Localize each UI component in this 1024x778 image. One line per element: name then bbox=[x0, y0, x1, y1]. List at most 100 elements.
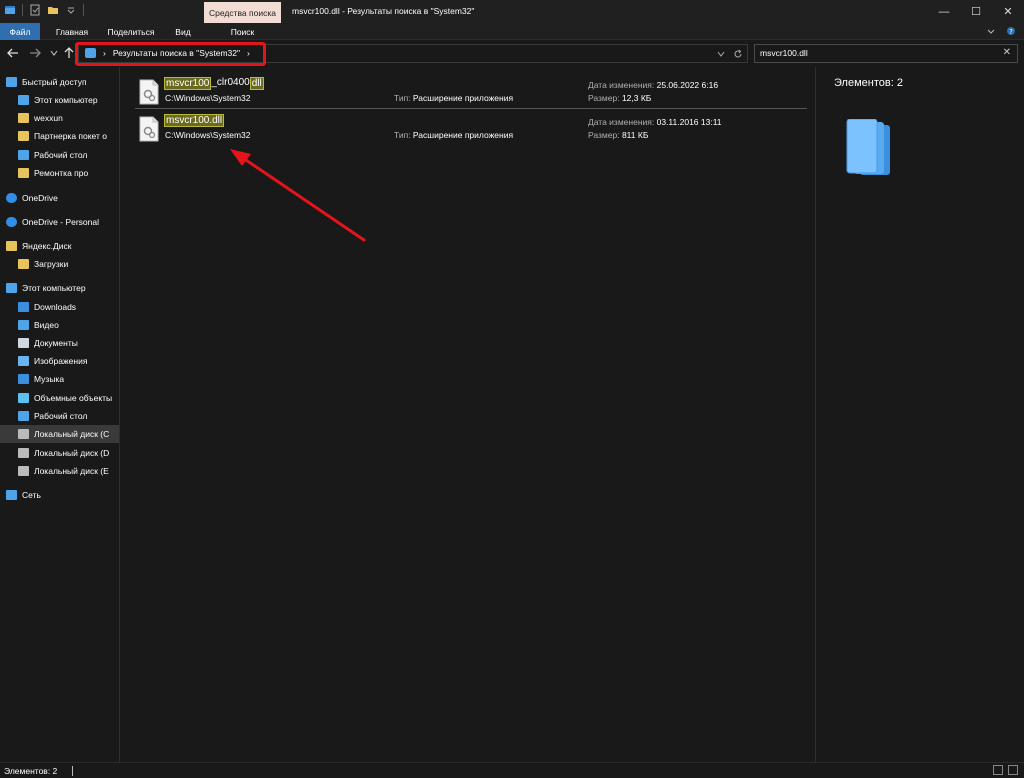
details-item-count: Элементов: 2 bbox=[834, 77, 903, 89]
address-bar-controls bbox=[717, 47, 743, 59]
sidebar-item[interactable]: Рабочий стол bbox=[0, 407, 119, 425]
sidebar-item[interactable]: Локальный диск (C bbox=[0, 425, 119, 443]
desktop-icon bbox=[18, 411, 29, 421]
search-tools-tab[interactable]: Средства поиска bbox=[204, 2, 281, 23]
sidebar-item[interactable]: Этот компьютер bbox=[0, 91, 119, 109]
tab-search[interactable]: Поиск bbox=[204, 23, 281, 40]
clear-search-icon[interactable]: ✕ bbox=[1003, 47, 1011, 58]
forward-button[interactable] bbox=[28, 45, 42, 61]
properties-icon[interactable] bbox=[29, 4, 41, 16]
search-results-icon bbox=[85, 48, 96, 58]
drive-icon bbox=[18, 466, 29, 476]
details-view-button[interactable] bbox=[993, 765, 1003, 775]
explorer-window-icon[interactable] bbox=[4, 4, 16, 16]
desktop-icon bbox=[18, 150, 29, 160]
cloud-icon bbox=[6, 217, 17, 227]
result-date: Дата изменения: 03.11.2016 13:11 bbox=[588, 117, 722, 127]
sidebar-item-label: Рабочий стол bbox=[34, 411, 88, 421]
up-button[interactable] bbox=[62, 45, 76, 61]
sidebar-item[interactable]: Музыка bbox=[0, 370, 119, 388]
chevron-down-icon[interactable] bbox=[717, 50, 725, 58]
sidebar-item[interactable]: Этот компьютер bbox=[0, 279, 119, 297]
sidebar-item[interactable]: wexxun bbox=[0, 109, 119, 127]
sidebar-item-label: Локальный диск (C bbox=[34, 429, 110, 439]
maximize-button[interactable]: ☐ bbox=[960, 0, 992, 23]
sidebar-item[interactable]: Загрузки bbox=[0, 255, 119, 273]
sidebar-item[interactable]: Объемные объекты bbox=[0, 389, 119, 407]
star-icon bbox=[6, 77, 17, 87]
date-label: Дата изменения: bbox=[588, 117, 655, 127]
sidebar-item[interactable]: Партнерка покет о bbox=[0, 127, 119, 145]
size-value: 811 КБ bbox=[621, 130, 649, 140]
result-path: C:\Windows\System32 bbox=[165, 93, 251, 103]
video-icon bbox=[18, 320, 29, 330]
sidebar-item[interactable]: Ремонтка про bbox=[0, 164, 119, 182]
sidebar-item[interactable]: Видео bbox=[0, 316, 119, 334]
search-input[interactable]: msvcr100.dll ✕ bbox=[754, 44, 1018, 63]
large-icons-view-button[interactable] bbox=[1008, 765, 1018, 775]
svg-text:?: ? bbox=[1009, 28, 1013, 36]
help-icon[interactable]: ? bbox=[1006, 26, 1016, 36]
quick-access-toolbar bbox=[4, 4, 84, 16]
close-button[interactable]: ✕ bbox=[992, 0, 1024, 23]
sidebar-item[interactable]: Локальный диск (E bbox=[0, 462, 119, 480]
sidebar-item-label: Локальный диск (D bbox=[34, 448, 110, 458]
filename-part: _clr0400 bbox=[211, 77, 250, 88]
sidebar-item[interactable]: Яндекс.Диск bbox=[0, 237, 119, 255]
result-item[interactable]: msvcr100.dll C:\Windows\System32 Тип: Ра… bbox=[135, 114, 807, 146]
sidebar-item-label: OneDrive - Personal bbox=[22, 217, 100, 227]
sidebar-item[interactable]: Сеть bbox=[0, 486, 119, 504]
chevron-down-icon bbox=[50, 50, 58, 56]
sidebar-item-label: Яндекс.Диск bbox=[22, 241, 72, 251]
sidebar-item-label: Видео bbox=[34, 320, 59, 330]
download-folder-icon bbox=[18, 259, 29, 269]
tab-home[interactable]: Главная bbox=[44, 23, 100, 40]
address-row: › Результаты поиска в "System32" › msvcr… bbox=[0, 41, 1024, 67]
window-controls: — ☐ ✕ bbox=[928, 0, 1024, 23]
back-button[interactable] bbox=[6, 45, 20, 61]
result-item[interactable]: msvcr100 _clr0400 dll C:\Windows\System32 … bbox=[135, 77, 807, 109]
refresh-icon[interactable] bbox=[733, 49, 743, 59]
recent-locations-button[interactable] bbox=[47, 45, 61, 61]
folder-icon bbox=[18, 131, 29, 141]
sidebar-item[interactable]: Быстрый доступ bbox=[0, 73, 119, 91]
sidebar-item-label: Локальный диск (E bbox=[34, 466, 109, 476]
address-bar[interactable]: › Результаты поиска в "System32" › bbox=[78, 44, 748, 63]
sidebar-item-label: Сеть bbox=[22, 490, 41, 500]
breadcrumb-separator: › bbox=[103, 48, 106, 58]
result-date: Дата изменения: 25.06.2022 6:16 bbox=[588, 80, 718, 90]
result-divider bbox=[135, 108, 807, 109]
address-breadcrumb: › Результаты поиска в "System32" › bbox=[85, 48, 250, 58]
size-label: Размер: bbox=[588, 130, 620, 140]
breadcrumb-search-results[interactable]: Результаты поиска в "System32" bbox=[113, 48, 240, 58]
expand-ribbon-icon[interactable] bbox=[986, 26, 996, 36]
breadcrumb-separator[interactable]: › bbox=[247, 48, 250, 58]
search-results-pane: msvcr100 _clr0400 dll C:\Windows\System32 … bbox=[121, 67, 814, 762]
type-label: Тип: bbox=[394, 130, 411, 140]
sidebar-item[interactable]: Рабочий стол bbox=[0, 146, 119, 164]
sidebar-item[interactable]: Downloads bbox=[0, 298, 119, 316]
yadisk-icon bbox=[6, 241, 17, 251]
minimize-button[interactable]: — bbox=[928, 0, 960, 23]
sidebar-item-label: Этот компьютер bbox=[22, 283, 86, 293]
sidebar-item[interactable]: OneDrive bbox=[0, 189, 119, 207]
multiple-files-icon bbox=[846, 119, 890, 175]
details-pane: Элементов: 2 bbox=[815, 67, 1024, 762]
tab-file[interactable]: Файл bbox=[0, 23, 40, 40]
folder-icon bbox=[18, 113, 29, 123]
new-folder-icon[interactable] bbox=[47, 4, 59, 16]
date-label: Дата изменения: bbox=[588, 80, 655, 90]
tab-view[interactable]: Вид bbox=[162, 23, 204, 40]
date-value: 03.11.2016 13:11 bbox=[656, 117, 722, 127]
sidebar-item[interactable]: Документы bbox=[0, 334, 119, 352]
result-filename: msvcr100.dll bbox=[164, 114, 225, 127]
chevron-down-icon[interactable] bbox=[65, 4, 77, 16]
status-separator bbox=[72, 766, 73, 776]
tab-share[interactable]: Поделиться bbox=[100, 23, 162, 40]
sidebar-item[interactable]: OneDrive - Personal bbox=[0, 213, 119, 231]
filename-match-highlight: dll bbox=[249, 77, 264, 90]
search-input-value: msvcr100.dll bbox=[760, 48, 808, 58]
sidebar-item[interactable]: Локальный диск (D bbox=[0, 444, 119, 462]
sidebar-item-label: Загрузки bbox=[34, 259, 69, 269]
sidebar-item[interactable]: Изображения bbox=[0, 352, 119, 370]
